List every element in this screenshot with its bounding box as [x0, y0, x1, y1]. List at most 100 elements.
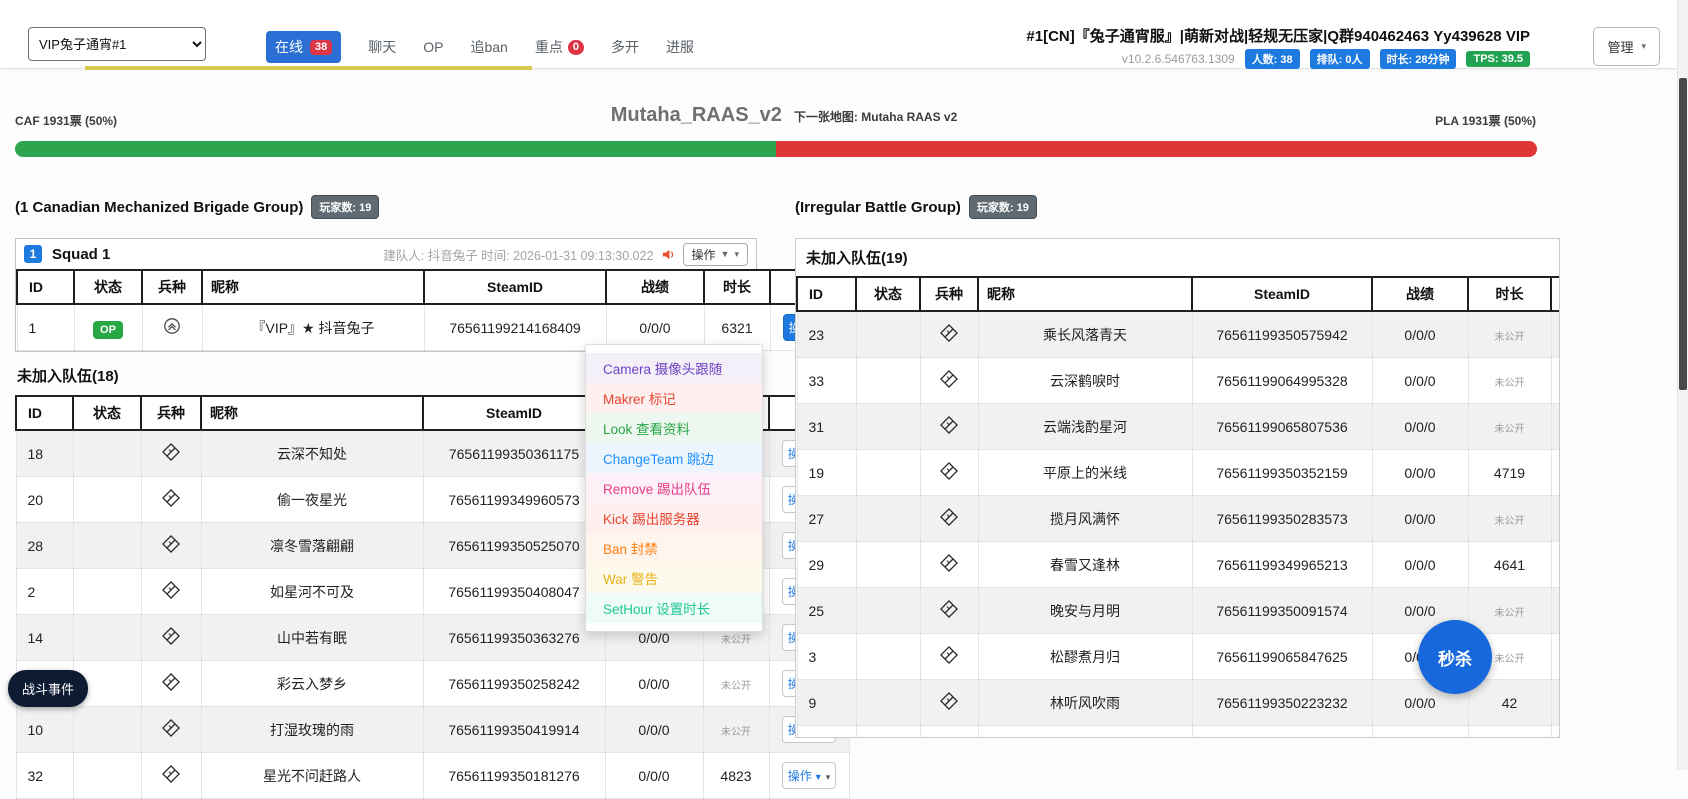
player-status: [855, 725, 921, 737]
left-player-count-badge: 玩家数: 19: [311, 195, 380, 219]
player-kit: [919, 587, 979, 634]
column-header: 时长: [1467, 276, 1552, 312]
player-steamid: 76561199350181276: [422, 752, 606, 799]
context-menu-item[interactable]: Camera 摄像头跟随: [586, 353, 762, 383]
player-kit: [919, 679, 979, 726]
player-steamid: 76561199350408047: [422, 568, 606, 615]
speaker-icon[interactable]: [661, 247, 676, 262]
context-menu-item[interactable]: Kick 踢出服务器: [586, 503, 762, 533]
nav-online-button[interactable]: 在线 38: [266, 31, 342, 63]
squad-table: ID状态兵种昵称SteamID战绩时长操作 1OP『VIP』★ 抖音兔子7656…: [16, 269, 851, 351]
player-id: 10: [15, 706, 74, 753]
nav-multi-open[interactable]: 多开: [611, 37, 639, 57]
important-count-badge: 0: [567, 39, 584, 55]
nav-join-server[interactable]: 进服: [666, 37, 694, 57]
scrollbar-thumb[interactable]: [1679, 78, 1687, 390]
player-status: [72, 568, 142, 615]
player-steamid: 76561199350525070: [422, 522, 606, 569]
kit-icon-rifleman: [940, 692, 958, 710]
context-menu-item[interactable]: Makrer 标记: [586, 383, 762, 413]
player-kit: [919, 449, 979, 496]
context-menu-item[interactable]: Remove 踢出队伍: [586, 473, 762, 503]
player-action: 操作▼▾: [1550, 310, 1559, 358]
player-nickname: 晚安与月明: [977, 587, 1193, 634]
player-nickname: 林听风吹雨: [977, 679, 1193, 726]
player-score: 0/0/0: [1371, 725, 1469, 737]
player-kit: [140, 752, 202, 799]
kit-icon-rifleman: [162, 489, 180, 507]
player-status: [855, 541, 921, 588]
server-title: #1[CN]『兔子通宵服』|萌新对战|轻规无压家|Q群940462463 Yy4…: [1026, 28, 1530, 45]
kit-icon-rifleman: [940, 554, 958, 572]
squad-action-button[interactable]: 操作 ▼ ▾: [682, 242, 748, 266]
player-duration: 未公开: [1467, 587, 1552, 634]
player-nickname: 云深鹤唳时: [977, 357, 1193, 404]
nav-op[interactable]: OP: [423, 39, 443, 55]
column-header: ID: [796, 276, 857, 312]
scrollbar-track[interactable]: [1677, 0, 1688, 770]
kit-icon-rifleman: [940, 646, 958, 664]
kit-icon-rifleman: [162, 765, 180, 783]
chevron-down-icon: ▾: [1641, 41, 1646, 51]
player-nickname: 凛冬雪落翩翩: [200, 522, 424, 569]
squad-name: Squad 1: [52, 245, 111, 263]
player-id: 20: [15, 476, 74, 523]
player-status: [855, 403, 921, 450]
column-header: 昵称: [977, 276, 1193, 312]
pla-ticket-label: PLA 1931票 (50%): [1435, 114, 1536, 128]
player-nickname: 灿过漫天星辰: [977, 725, 1193, 737]
column-header: 兵种: [140, 395, 202, 431]
kit-icon-leader: [164, 318, 180, 334]
context-menu-item[interactable]: SetHour 设置时长: [586, 593, 762, 623]
duration-private-label: 未公开: [1494, 331, 1525, 343]
context-menu-item[interactable]: War 警告: [586, 563, 762, 593]
server-stat-badge: 人数: 38: [1244, 49, 1300, 69]
table-header-row: ID状态兵种昵称SteamID战绩时长操作: [16, 269, 851, 305]
context-menu-item[interactable]: ChangeTeam 跳边: [586, 443, 762, 473]
kit-icon-rifleman: [162, 443, 180, 461]
player-steamid: 76561199214168409: [423, 303, 607, 351]
manage-button[interactable]: 管理 ▾: [1593, 27, 1660, 66]
player-id: 3: [796, 633, 857, 680]
duration-private-label: 未公开: [1494, 607, 1525, 619]
player-nickname: 打湿玫瑰的雨: [200, 706, 424, 753]
player-score: 0/0/0: [1371, 495, 1469, 542]
nav-important[interactable]: 重点 0: [535, 37, 584, 57]
context-menu-item[interactable]: Look 查看资料: [586, 413, 762, 443]
player-kit: [140, 614, 202, 661]
player-row: 32 星光不问赶路人 76561199350181276 0/0/0 4823 操作 ▼ ▾: [15, 752, 850, 799]
server-version: v10.2.6.546763.1309: [1121, 52, 1235, 66]
seckill-button[interactable]: 秒杀: [1418, 620, 1492, 694]
column-header: 状态: [73, 269, 143, 305]
server-select[interactable]: VIP兔子通宵#1: [28, 27, 206, 61]
right-faction-header: (Irregular Battle Group) 玩家数: 19: [795, 195, 1037, 219]
player-action: 操作▼▾: [768, 752, 850, 799]
player-action: 操作▼▾: [1550, 725, 1559, 737]
row-action-button[interactable]: 操作▼▾: [781, 762, 837, 789]
player-steamid: 76561199065847625: [1191, 633, 1373, 680]
column-header: SteamID: [423, 269, 607, 305]
column-header: 时长: [703, 269, 771, 305]
context-menu-item[interactable]: Ban 封禁: [586, 533, 762, 563]
player-nickname: 彩云入梦乡: [200, 660, 424, 707]
player-steamid: 76561199350403738: [1191, 725, 1373, 737]
right-unassigned-title: 未加入队伍(19): [806, 250, 908, 267]
player-action: 操作▼▾: [1550, 679, 1559, 726]
kit-icon-rifleman: [940, 508, 958, 526]
server-stat-badge: 时长: 28分钟: [1379, 49, 1457, 69]
player-steamid: 76561199350283573: [1191, 495, 1373, 542]
battle-events-button[interactable]: 战斗事件: [8, 670, 89, 707]
player-kit: [141, 303, 203, 351]
duration-private-label: 未公开: [1494, 377, 1525, 389]
nav-trace-ban[interactable]: 追ban: [470, 37, 507, 57]
player-kit: [919, 310, 979, 358]
column-header: 兵种: [141, 269, 203, 305]
loading-accent-bar: [85, 66, 532, 70]
player-kit: [919, 541, 979, 588]
column-header: 战绩: [605, 269, 705, 305]
nav-chat[interactable]: 聊天: [368, 37, 396, 57]
left-faction-header: (1 Canadian Mechanized Brigade Group) 玩家…: [15, 195, 380, 219]
player-kit: [140, 660, 202, 707]
player-nickname: 山中若有眠: [200, 614, 424, 661]
player-status: [855, 357, 921, 404]
